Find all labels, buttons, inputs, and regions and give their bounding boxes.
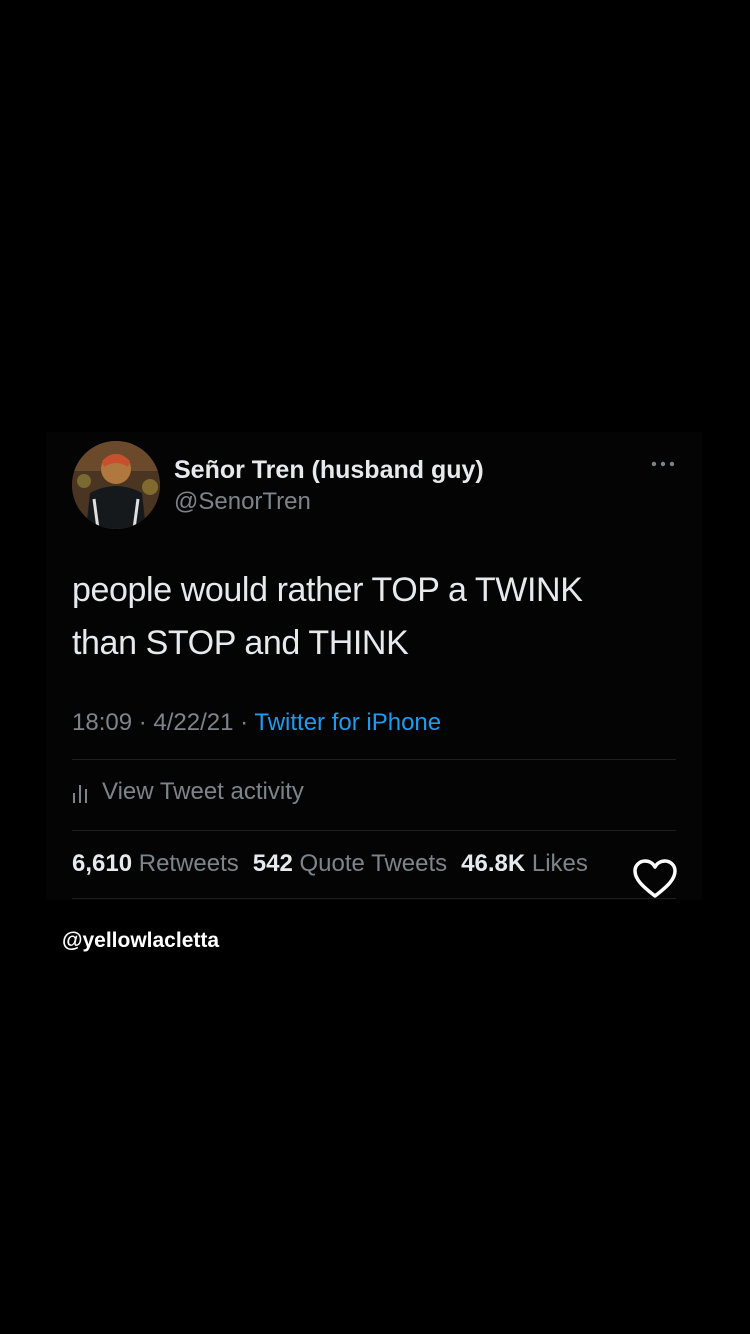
tweet-stats: 6,610 Retweets 542 Quote Tweets 46.8K Like… [72, 850, 588, 878]
meta-separator: · [132, 709, 154, 736]
likes-label: Likes [531, 850, 588, 877]
display-name[interactable]: Señor Tren (husband guy) [174, 456, 484, 485]
retweets-count: 6,610 [72, 850, 133, 877]
avatar[interactable] [72, 441, 160, 529]
divider [72, 898, 676, 899]
more-horizontal-icon[interactable] [650, 458, 676, 470]
retweets-label: Retweets [138, 850, 239, 877]
quotes-stat[interactable]: 542 Quote Tweets [253, 850, 461, 877]
view-activity-button[interactable]: View Tweet activity [72, 777, 304, 807]
tweet-time[interactable]: 18:09 [72, 709, 132, 736]
quotes-label: Quote Tweets [299, 850, 448, 877]
activity-label: View Tweet activity [102, 778, 304, 805]
tweet-text-line: than STOP and THINK [72, 624, 409, 662]
tweet-text: people would rather TOP a TWINK than STO… [72, 564, 672, 670]
avatar-image [72, 441, 160, 529]
watermark-username: @yellowlacletta [62, 929, 220, 952]
retweets-stat[interactable]: 6,610 Retweets [72, 850, 253, 877]
tweet-date[interactable]: 4/22/21 [153, 709, 233, 736]
meta-separator: · [233, 709, 255, 736]
user-handle[interactable]: @SenorTren [174, 488, 311, 516]
divider [72, 830, 676, 831]
divider [72, 759, 676, 760]
likes-stat[interactable]: 46.8K Likes [461, 850, 588, 877]
tweet-source-link[interactable]: Twitter for iPhone [254, 709, 441, 736]
tweet-meta: 18:09 · 4/22/21 · Twitter for iPhone [72, 709, 441, 737]
heart-outline-icon[interactable] [632, 858, 678, 900]
quotes-count: 542 [252, 850, 293, 877]
likes-count: 46.8K [461, 850, 526, 877]
bar-chart-icon [73, 785, 87, 803]
tweet-card: Señor Tren (husband guy) @SenorTren peop… [46, 432, 702, 900]
tweet-text-line: people would rather TOP a TWINK [72, 571, 583, 609]
